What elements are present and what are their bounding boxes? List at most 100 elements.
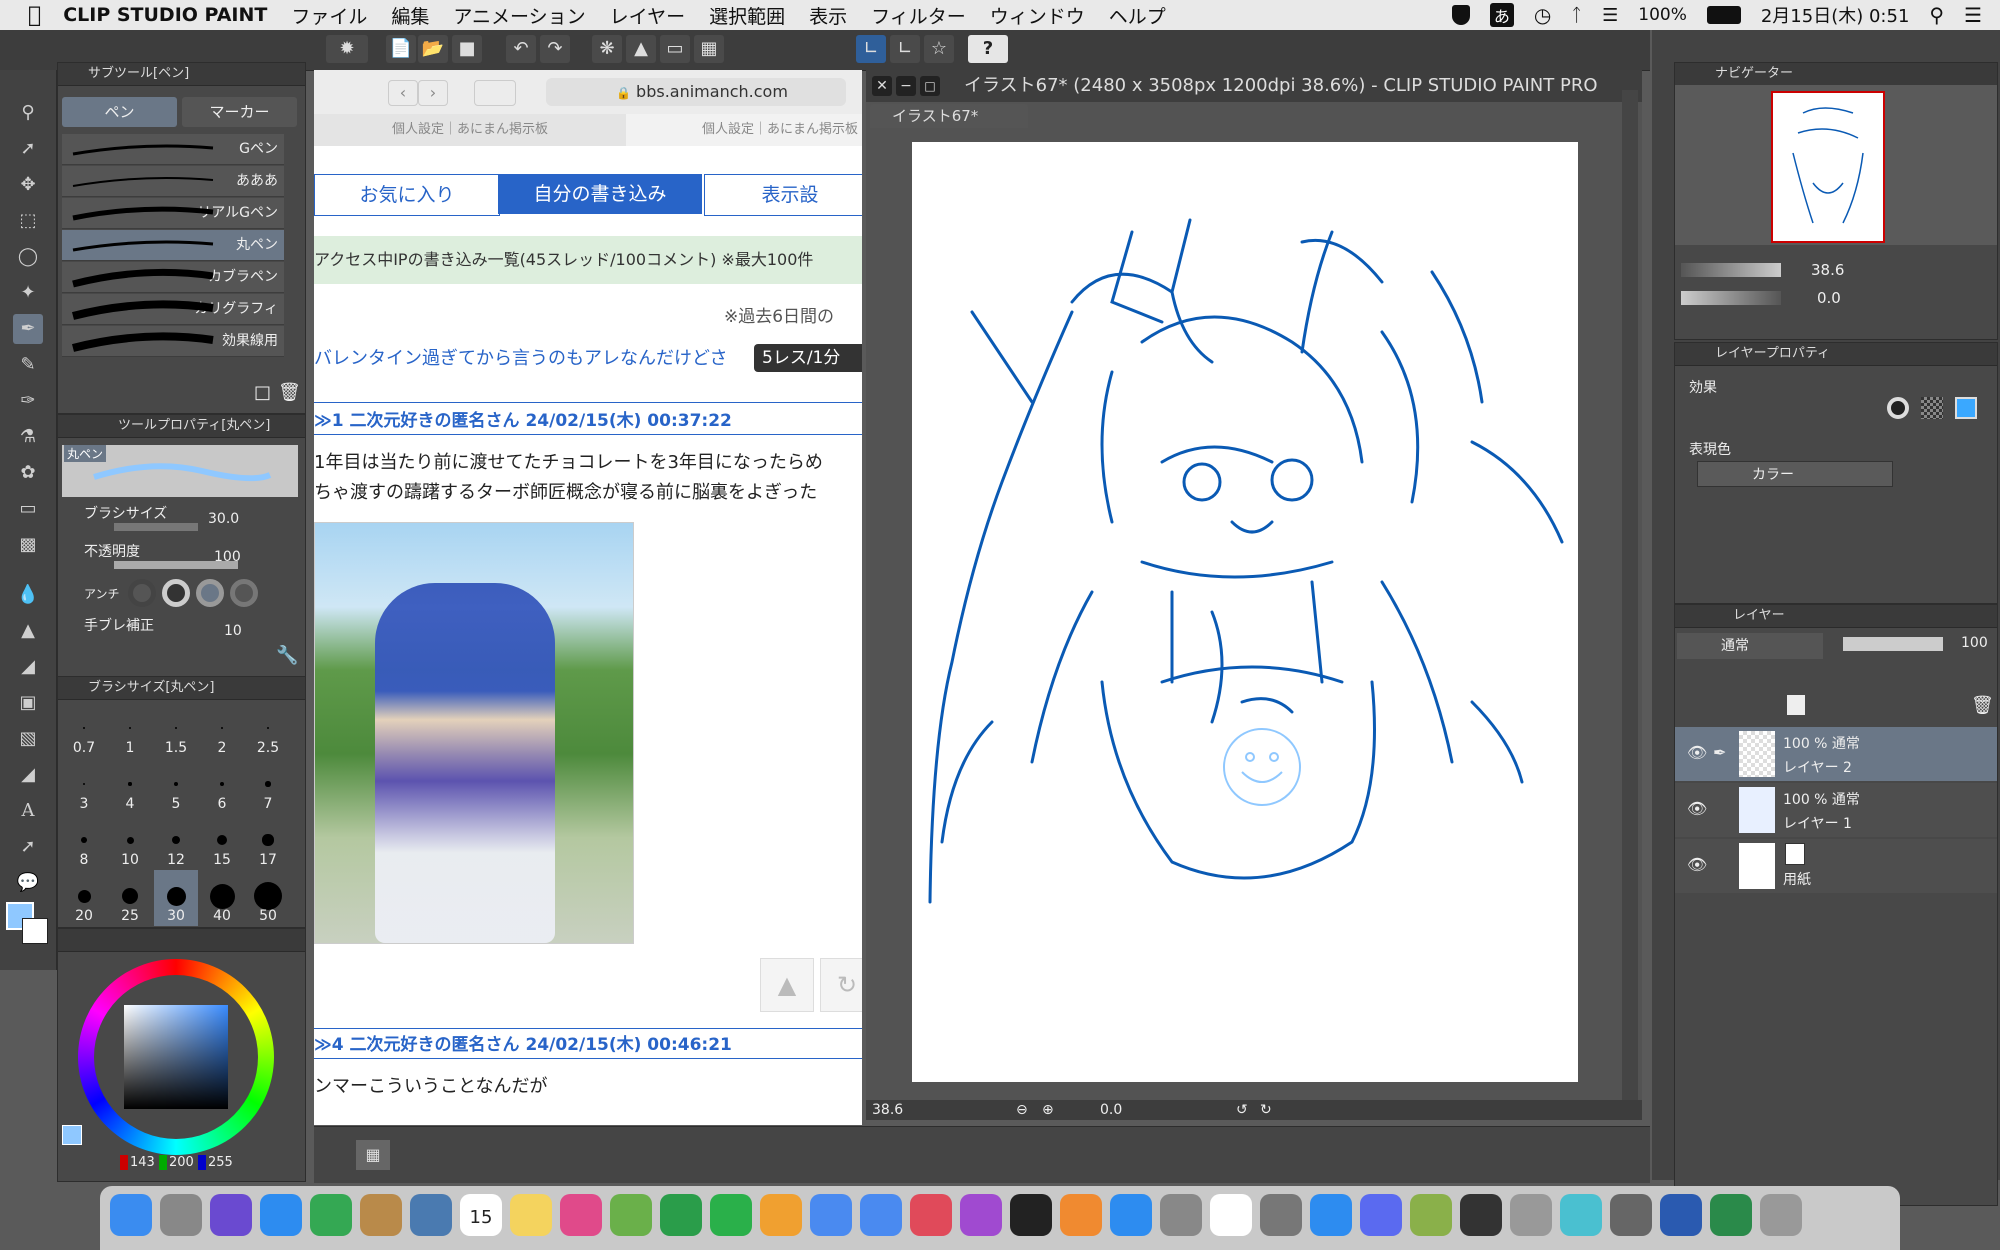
nav-tab-favorites[interactable]: お気に入り [314,174,500,216]
aa-option-mid[interactable] [196,579,224,607]
dock-app-icon[interactable] [1160,1194,1202,1236]
figure-icon[interactable]: ▣ [13,688,43,718]
control-center-icon[interactable]: ☰ [1964,3,1982,27]
subtool-trash-icon[interactable]: 🗑 [278,382,301,403]
menu-filter[interactable]: フィルター [871,2,966,29]
aa-option-none[interactable] [128,579,156,607]
grid-snap-icon[interactable]: ∟ [890,35,920,63]
post4-header[interactable]: ≫4 二次元好きの匿名さん 24/02/15(木) 00:46:21 [314,1030,732,1055]
dock-app-icon[interactable] [860,1194,902,1236]
dock-app-icon[interactable] [1560,1194,1602,1236]
zoom-in-icon[interactable]: ⊕ [1042,1100,1054,1120]
brush-size-cell[interactable]: 5 [154,758,198,814]
maximize-icon[interactable]: □ [920,76,940,96]
special-ruler-icon[interactable]: ☆ [924,35,954,63]
save-icon[interactable]: ■ [452,35,482,63]
brush-size-cell[interactable]: 0.7 [62,702,106,758]
canvas-vscroll[interactable] [1622,90,1638,1100]
nav-tab-my-posts[interactable]: 自分の書き込み [498,174,702,214]
brush-size-cell[interactable]: 1.5 [154,702,198,758]
layer-opacity-value[interactable]: 100 [1961,635,1988,651]
menu-help[interactable]: ヘルプ [1109,2,1166,29]
fill-tool-icon[interactable]: 💧 [13,580,43,610]
dock-app-icon[interactable] [410,1194,452,1236]
dock-app-icon[interactable] [810,1194,852,1236]
time-machine-icon[interactable]: ◷ [1534,3,1551,27]
navigator-preview[interactable] [1675,85,1997,245]
stabilization-value[interactable]: 10 [224,623,242,639]
wifi-icon[interactable]: ☰ [1602,5,1618,26]
brush-size-cell[interactable]: 20 [62,870,106,926]
saturation-value-square[interactable] [124,1005,228,1109]
minimize-icon[interactable]: − [896,76,916,96]
dock-app-icon[interactable] [1710,1194,1752,1236]
delete-layer-icon[interactable]: 🗑 [1971,695,1994,716]
bluetooth-icon[interactable]: ᛏ [1571,5,1582,26]
brush-aaa[interactable]: あああ [62,166,284,197]
address-bar[interactable]: 🔒 bbs.animanch.com [546,78,846,106]
brush-size-cell[interactable]: 10 [108,814,152,870]
layer-row[interactable]: 👁 ✒ 100 % 通常 レイヤー 2 [1675,727,1997,781]
navigator-rotation[interactable]: 0.0 [1817,289,1841,307]
dock-app-icon[interactable] [1060,1194,1102,1236]
balloon-icon[interactable]: 💬 [13,868,43,898]
dock-app-icon[interactable] [1010,1194,1052,1236]
effect-border-icon[interactable] [1887,397,1909,419]
brush-size-cell[interactable]: 50 [246,870,290,926]
spotlight-icon[interactable]: ⚲ [1929,3,1944,27]
ime-indicator[interactable]: あ [1489,3,1514,27]
dock-app-icon[interactable] [910,1194,952,1236]
brush-kabura-pen[interactable]: カブラペン [62,262,284,293]
brush-calligraphy[interactable]: カリグラフィ [62,294,284,325]
brush-size-cell[interactable]: 12 [154,814,198,870]
dock-app-icon[interactable] [1410,1194,1452,1236]
menu-file[interactable]: ファイル [291,2,367,29]
eye-icon[interactable]: 👁 [1687,855,1707,874]
brush-size-cell[interactable]: 7 [246,758,290,814]
brush-size-cell[interactable]: 2 [200,702,244,758]
menu-selection[interactable]: 選択範囲 [709,2,785,29]
reload-button[interactable]: ↻ [820,958,862,1012]
lasso-icon[interactable]: ◯ [13,242,43,272]
bucket-icon[interactable]: ▲ [13,616,43,646]
eye-icon[interactable]: 👁 [1687,743,1707,762]
text-tool-icon[interactable]: A [13,796,43,826]
blend-mode-select[interactable]: 通常 [1677,633,1823,659]
new-file-icon[interactable]: 📄 [386,35,416,63]
expression-select[interactable]: カラー [1697,461,1893,487]
dock-app-icon[interactable] [610,1194,652,1236]
brush-size-slider[interactable] [114,523,198,531]
brush-g-pen[interactable]: Gペン [62,134,284,165]
dock-app-icon[interactable] [560,1194,602,1236]
dock-app-icon[interactable] [1760,1194,1802,1236]
dock-app-icon[interactable] [660,1194,702,1236]
clock[interactable]: 2月15日(木) 0:51 [1761,2,1910,28]
menu-window[interactable]: ウィンドウ [990,2,1085,29]
operation-tool-icon[interactable]: ➚ [13,134,43,164]
thread-title-link[interactable]: バレンタイン過ぎてから言うのもアレなんだけどさ [314,344,727,370]
dock-app-icon[interactable] [1210,1194,1252,1236]
effect-tone-icon[interactable] [1921,397,1943,419]
layer-row[interactable]: 👁 100 % 通常 レイヤー 1 [1675,783,1997,837]
effect-color-icon[interactable] [1955,397,1977,419]
brush-real-g-pen[interactable]: リアルGペン [62,198,284,229]
settings-wrench-icon[interactable]: 🔧 [276,645,298,666]
brush-size-cell[interactable]: 25 [108,870,152,926]
sidebar-button[interactable] [474,80,516,106]
brush-size-cell[interactable]: 30 [154,870,198,926]
post1-image[interactable] [314,522,634,944]
eraser-tool-icon[interactable]: ▭ [13,494,43,524]
canvas-paper[interactable] [912,142,1578,1082]
brush-size-cell[interactable]: 3 [62,758,106,814]
menu-layer[interactable]: レイヤー [610,2,685,29]
brush-effect-line[interactable]: 効果線用 [62,326,284,357]
decoration-icon[interactable]: ✿ [13,458,43,488]
eraser-icon[interactable]: ▭ [660,35,690,63]
dock-app-icon[interactable] [1610,1194,1652,1236]
layer-opacity-slider[interactable] [1843,637,1943,651]
brush-size-cell[interactable]: 17 [246,814,290,870]
brush-tool-icon[interactable]: ✑ [13,386,43,416]
nav-tab-display[interactable]: 表示設 [704,174,862,216]
navigator-rotation-slider[interactable] [1681,291,1781,305]
brush-size-value[interactable]: 30.0 [208,511,239,527]
